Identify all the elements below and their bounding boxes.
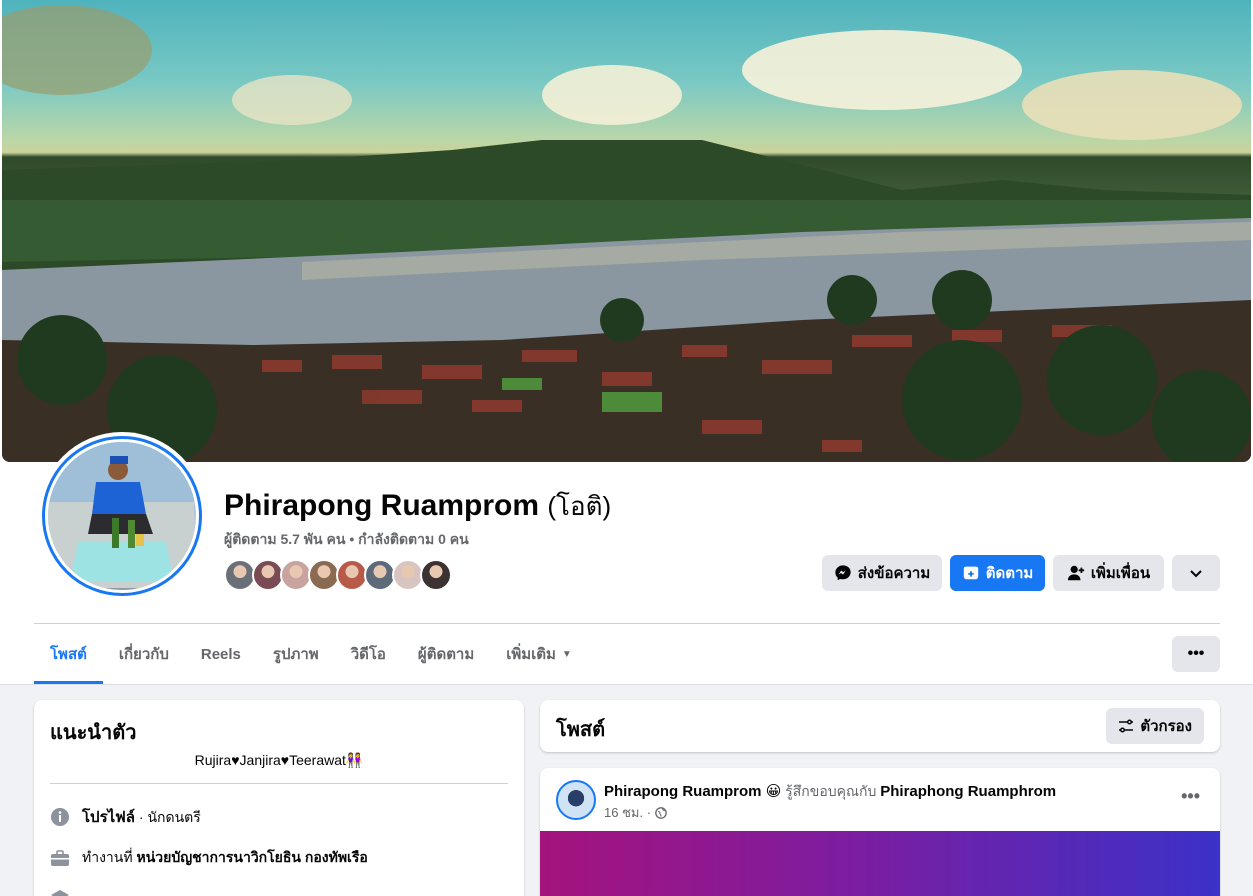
tab-label: เกี่ยวกับ <box>118 646 169 663</box>
feeling-emoji-icon: 😀 <box>765 783 782 800</box>
intro-divider <box>50 783 508 784</box>
post-timestamp[interactable]: 16 ชม. · <box>604 802 651 823</box>
tabs-overflow-button[interactable]: ••• <box>1172 636 1220 672</box>
post-card: Phirapong Ruamprom 😀 รู้สึกขอบคุณกับ Phi… <box>540 768 1220 896</box>
profile-name: Phirapong Ruamprom (โอติ) <box>224 486 611 527</box>
message-button-label: ส่งข้อความ <box>857 565 931 582</box>
info-icon <box>50 807 70 827</box>
intro-bio: Rujira♥Janjira♥Teerawat👭 <box>194 752 364 768</box>
tab-about[interactable]: เกี่ยวกับ <box>103 624 185 684</box>
tab-photos[interactable]: รูปภาพ <box>257 624 335 684</box>
tab-label: เพิ่มเติม <box>506 646 556 663</box>
post-tagged-name[interactable]: Phiraphong Ruamphrom <box>880 783 1056 800</box>
add-friend-button[interactable]: เพิ่มเพื่อน <box>1053 555 1164 591</box>
tab-videos[interactable]: วิดีโอ <box>335 624 402 684</box>
globe-icon <box>655 806 667 819</box>
follow-button-label: ติดตาม <box>985 565 1034 582</box>
profile-tabs: โพสต์ เกี่ยวกับ Reels รูปภาพ วิดีโอ ผู้ต… <box>34 624 588 684</box>
profile-more-button[interactable] <box>1172 555 1220 591</box>
messenger-icon <box>835 565 851 581</box>
follow-icon <box>963 566 978 580</box>
tab-more[interactable]: เพิ่มเติม ▼ <box>490 624 588 684</box>
intro-profile-label: โปรไฟล์ <box>82 809 135 826</box>
post-author-name[interactable]: Phirapong Ruamprom <box>604 783 762 800</box>
cover-photo[interactable] <box>2 0 1251 462</box>
tab-followers[interactable]: ผู้ติดตาม <box>402 624 490 684</box>
profile-nickname: (โอติ) <box>547 491 612 521</box>
filter-button[interactable]: ตัวกรอง <box>1106 708 1204 744</box>
intro-work-place[interactable]: หน่วยบัญชาการนาวิกโยธิน กองทัพเรือ <box>136 849 367 865</box>
tab-label: ผู้ติดตาม <box>417 646 475 663</box>
add-friend-button-label: เพิ่มเพื่อน <box>1090 565 1151 582</box>
briefcase-icon <box>50 848 70 868</box>
intro-next-row <box>50 888 70 896</box>
profile-name-text: Phirapong Ruamprom <box>224 489 540 522</box>
tab-label: โพสต์ <box>50 646 87 663</box>
follower-avatars[interactable] <box>224 559 452 591</box>
post-header-line: Phirapong Ruamprom 😀 รู้สึกขอบคุณกับ Phi… <box>604 781 1056 803</box>
post-media[interactable] <box>540 831 1220 896</box>
caret-down-icon: ▼ <box>561 648 572 660</box>
post-feeling-text: รู้สึกขอบคุณกับ <box>781 783 881 799</box>
tab-reels[interactable]: Reels <box>185 624 257 684</box>
tab-posts[interactable]: โพสต์ <box>34 624 103 684</box>
follower-stats[interactable]: ผู้ติดตาม 5.7 พัน คน • กำลังติดตาม 0 คน <box>224 529 469 551</box>
add-friend-icon <box>1067 565 1085 581</box>
tab-label: วิดีโอ <box>350 646 386 663</box>
post-options-icon[interactable]: ••• <box>1181 786 1200 807</box>
graduation-cap-icon <box>50 888 70 896</box>
intro-work-prefix: ทำงานที่ <box>82 849 137 865</box>
post-meta: 16 ชม. · <box>604 802 667 823</box>
intro-title: แนะนำตัว <box>50 722 137 744</box>
message-button[interactable]: ส่งข้อความ <box>822 555 942 591</box>
intro-profile-value: · นักดนตรี <box>135 809 201 825</box>
follower-avatar[interactable] <box>420 559 452 591</box>
more-dots-icon: ••• <box>1187 645 1205 662</box>
intro-card: แนะนำตัว Rujira♥Janjira♥Teerawat👭 โปรไฟล… <box>34 700 524 896</box>
filter-icon <box>1119 719 1134 733</box>
posts-header-card: โพสต์ ตัวกรอง <box>540 700 1220 752</box>
intro-work-row: ทำงานที่ หน่วยบัญชาการนาวิกโยธิน กองทัพเ… <box>50 847 368 869</box>
posts-title: โพสต์ <box>556 719 606 741</box>
filter-button-label: ตัวกรอง <box>1140 718 1192 735</box>
tab-label: รูปภาพ <box>272 646 319 663</box>
profile-picture[interactable] <box>38 432 206 600</box>
post-author-avatar[interactable] <box>556 780 596 820</box>
follow-button[interactable]: ติดตาม <box>950 555 1045 591</box>
chevron-down-icon <box>1190 570 1202 578</box>
intro-profile-row: โปรไฟล์ · นักดนตรี <box>50 805 201 829</box>
tab-label: Reels <box>200 645 241 663</box>
profile-photo <box>48 442 196 590</box>
